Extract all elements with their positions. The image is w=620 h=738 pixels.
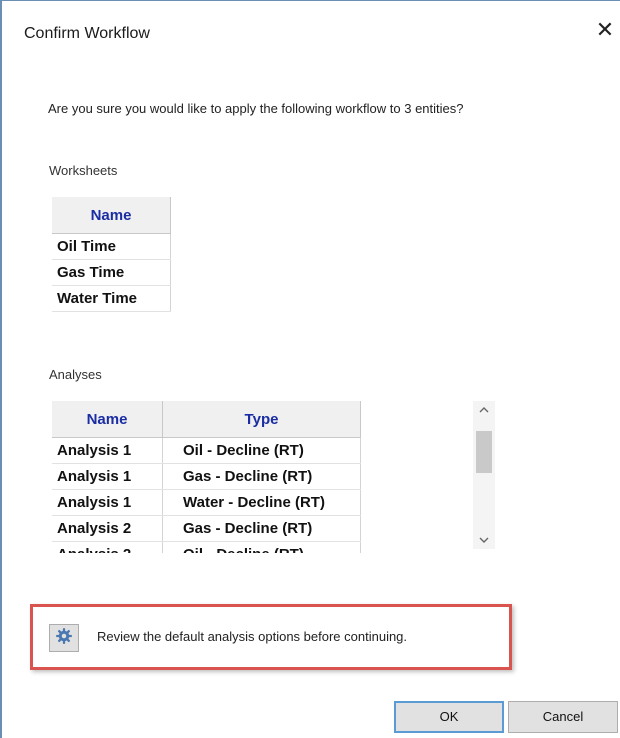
- ok-button[interactable]: OK: [394, 701, 504, 733]
- analysis-type-cell: Gas - Decline (RT): [162, 515, 361, 542]
- confirm-question: Are you sure you would like to apply the…: [48, 101, 464, 116]
- table-row[interactable]: Analysis 2 Gas - Decline (RT): [52, 515, 361, 542]
- analyses-list[interactable]: Name Type Analysis 1 Oil - Decline (RT) …: [52, 401, 364, 553]
- analyses-type-header[interactable]: Type: [162, 401, 361, 438]
- table-row[interactable]: Analysis 1 Oil - Decline (RT): [52, 437, 361, 464]
- analysis-type-cell: Water - Decline (RT): [162, 489, 361, 516]
- dialog-title: Confirm Workflow: [24, 25, 150, 42]
- scroll-thumb[interactable]: [476, 431, 492, 473]
- scroll-down-icon[interactable]: [473, 531, 495, 549]
- analysis-name-cell: Analysis 1: [52, 437, 163, 464]
- cancel-button[interactable]: Cancel: [508, 701, 618, 733]
- table-row[interactable]: Analysis 1 Gas - Decline (RT): [52, 463, 361, 490]
- analysis-name-cell: Analysis 2: [52, 541, 163, 553]
- analyses-label: Analyses: [49, 367, 102, 382]
- analysis-type-cell: Oil - Decline (RT): [162, 437, 361, 464]
- worksheet-name-cell: Gas Time: [52, 259, 171, 286]
- worksheets-label: Worksheets: [49, 163, 118, 178]
- analysis-type-cell: Gas - Decline (RT): [162, 463, 361, 490]
- analyses-name-header[interactable]: Name: [52, 401, 163, 438]
- review-options-highlight: Review the default analysis options befo…: [30, 604, 512, 670]
- table-row[interactable]: Oil Time: [52, 233, 171, 260]
- gear-icon: [55, 627, 73, 650]
- analysis-name-cell: Analysis 1: [52, 463, 163, 490]
- worksheets-table: Name Oil Time Gas Time Water Time: [52, 197, 171, 312]
- analyses-scrollbar[interactable]: [473, 401, 495, 549]
- close-icon[interactable]: ✕: [593, 18, 617, 42]
- table-row[interactable]: Analysis 2 Oil - Decline (RT): [52, 541, 361, 553]
- worksheets-name-header[interactable]: Name: [52, 197, 171, 234]
- scroll-up-icon[interactable]: [473, 401, 495, 419]
- worksheet-name-cell: Oil Time: [52, 233, 171, 260]
- table-row[interactable]: Analysis 1 Water - Decline (RT): [52, 489, 361, 516]
- table-row[interactable]: Water Time: [52, 285, 171, 312]
- confirm-workflow-dialog: Confirm Workflow ✕ Are you sure you woul…: [0, 0, 620, 738]
- review-options-button[interactable]: [49, 624, 79, 652]
- analyses-table: Name Type Analysis 1 Oil - Decline (RT) …: [52, 401, 361, 553]
- analysis-name-cell: Analysis 1: [52, 489, 163, 516]
- review-options-text: Review the default analysis options befo…: [97, 629, 408, 644]
- analysis-type-cell: Oil - Decline (RT): [162, 541, 361, 553]
- table-row[interactable]: Gas Time: [52, 259, 171, 286]
- analysis-name-cell: Analysis 2: [52, 515, 163, 542]
- worksheet-name-cell: Water Time: [52, 285, 171, 312]
